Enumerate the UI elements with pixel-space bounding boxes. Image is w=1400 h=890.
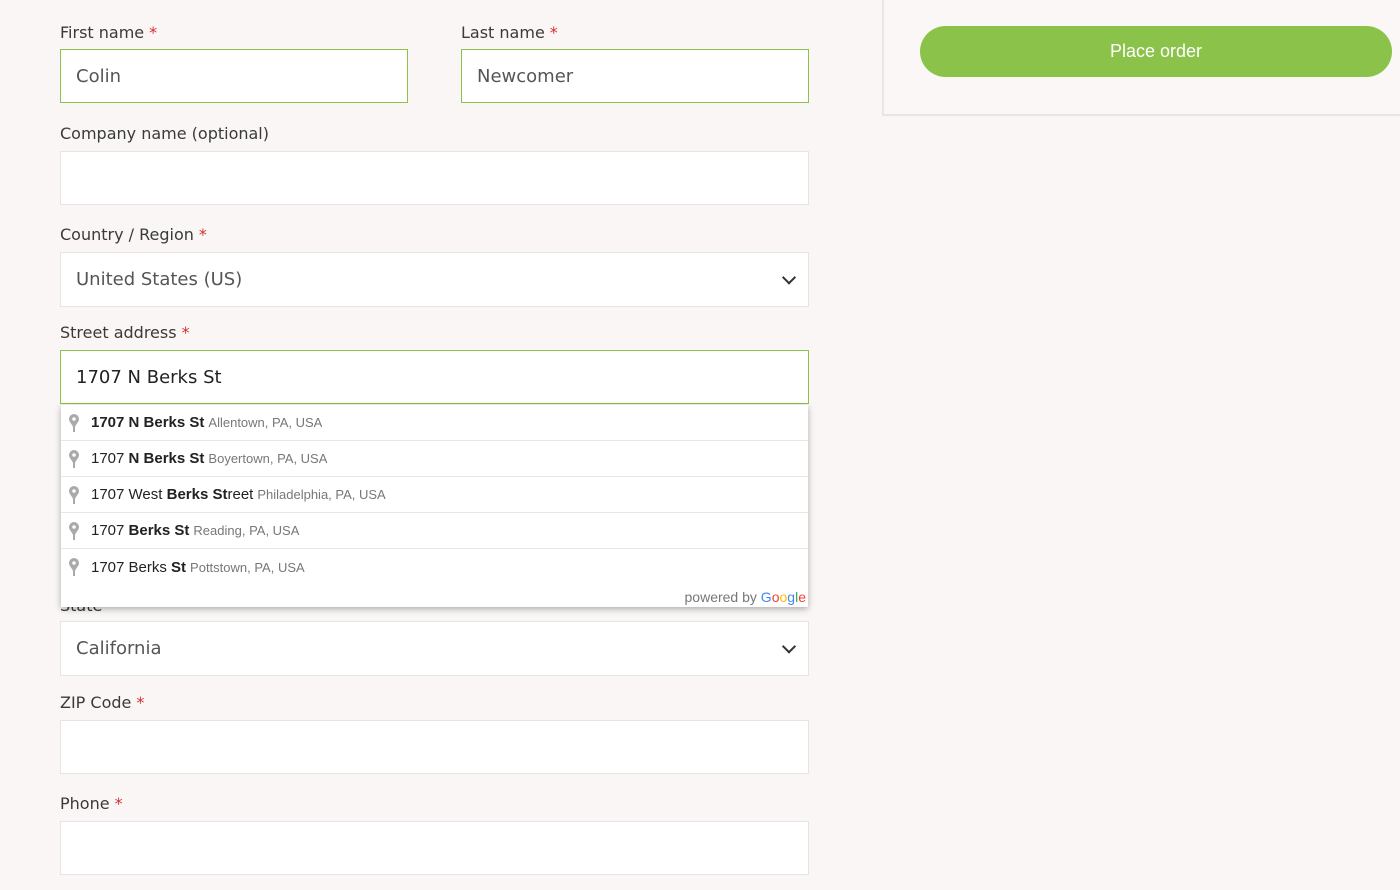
suggestion-main-text: 1707 West [91, 486, 167, 503]
label-text: Country / Region [60, 225, 194, 244]
label-text: ZIP Code [60, 693, 132, 712]
required-marker: * [114, 794, 123, 813]
suggestion-secondary-text: Boyertown, PA, USA [208, 451, 328, 466]
map-pin-icon [69, 521, 79, 540]
suggestion-main-text: 1707 N Berks St [91, 414, 205, 431]
phone-field[interactable] [60, 821, 809, 875]
phone-input[interactable] [76, 837, 808, 859]
suggestion-main-text: N Berks St [128, 450, 205, 467]
country-select[interactable]: United States (US) [60, 252, 809, 307]
first-name-label: First name * [60, 23, 157, 42]
chevron-down-icon [781, 638, 797, 654]
suggestion-item[interactable]: 1707 N Berks St Allentown, PA, USA [61, 405, 808, 441]
suggestion-secondary-text: Reading, PA, USA [193, 523, 300, 538]
suggestion-item[interactable]: 1707 Berks St Reading, PA, USA [61, 513, 808, 549]
required-marker: * [149, 23, 158, 42]
map-pin-icon [69, 413, 79, 432]
suggestion-main-text: 1707 [91, 450, 129, 467]
chevron-down-icon [781, 269, 797, 285]
google-logo: Google [760, 589, 806, 605]
suggestion-main-text: 1707 [91, 522, 129, 539]
suggestion-main-text: reet [227, 486, 254, 503]
phone-label: Phone * [60, 794, 123, 813]
map-pin-icon [69, 485, 79, 504]
powered-by-text: powered by [684, 589, 757, 605]
suggestion-main-text: Berks St [128, 522, 190, 539]
suggestion-item[interactable]: 1707 West Berks St reet Philadelphia, PA, … [61, 477, 808, 513]
company-label: Company name (optional) [60, 124, 269, 143]
suggestion-secondary-text: Pottstown, PA, USA [190, 559, 305, 575]
suggestion-main-text: St [171, 558, 187, 576]
required-marker: * [136, 693, 145, 712]
state-select[interactable]: California [60, 621, 809, 676]
last-name-input[interactable] [477, 65, 808, 87]
zip-label: ZIP Code * [60, 693, 144, 712]
map-pin-icon [69, 449, 79, 468]
company-input[interactable] [76, 167, 808, 189]
required-marker: * [198, 225, 207, 244]
place-order-button[interactable]: Place order [920, 26, 1392, 77]
label-text: First name [60, 23, 145, 42]
first-name-field[interactable] [60, 49, 408, 103]
required-marker: * [549, 23, 558, 42]
street-label: Street address * [60, 323, 190, 342]
label-text: Last name [461, 23, 545, 42]
suggestion-main-text: Berks St [166, 486, 228, 503]
zip-input[interactable] [76, 736, 808, 758]
last-name-label: Last name * [461, 23, 558, 42]
powered-by-google: powered by Google [685, 589, 806, 605]
required-marker: * [181, 323, 190, 342]
street-field[interactable] [60, 350, 809, 404]
company-field[interactable] [60, 151, 809, 205]
suggestion-item[interactable]: 1707 Berks St Pottstown, PA, USA [61, 549, 808, 585]
suggestion-secondary-text: Philadelphia, PA, USA [257, 487, 386, 502]
label-text: Phone [60, 794, 110, 813]
suggestion-secondary-text: Allentown, PA, USA [208, 415, 323, 430]
state-value: California [76, 638, 162, 659]
map-pin-icon [69, 558, 79, 576]
zip-field[interactable] [60, 720, 809, 774]
first-name-input[interactable] [76, 65, 407, 87]
street-input[interactable] [76, 366, 808, 388]
last-name-field[interactable] [461, 49, 809, 103]
label-text: Street address [60, 323, 177, 342]
country-value: United States (US) [76, 269, 243, 290]
country-label: Country / Region * [60, 225, 207, 244]
suggestion-main-text: 1707 Berks [91, 558, 172, 576]
suggestion-item[interactable]: 1707 N Berks St Boyertown, PA, USA [61, 441, 808, 477]
address-autocomplete-dropdown: 1707 N Berks St Allentown, PA, USA 1707 N … [61, 405, 808, 607]
